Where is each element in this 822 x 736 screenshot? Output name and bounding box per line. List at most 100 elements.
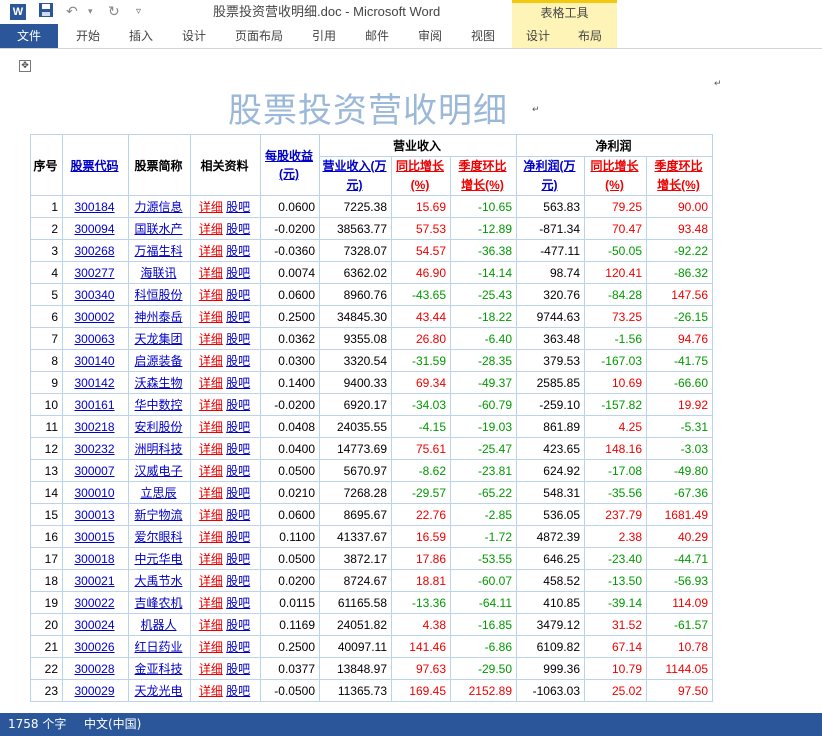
forum-link[interactable]: 股吧 [226,640,250,654]
forum-link[interactable]: 股吧 [226,244,250,258]
detail-link[interactable]: 详细 [199,486,223,500]
forum-link[interactable]: 股吧 [226,310,250,324]
col-header-profit-yoy[interactable]: 同比增长(%) [584,156,647,196]
cell-name[interactable]: 红日药业 [128,635,191,658]
tab-references[interactable]: 引用 [300,24,348,48]
detail-link[interactable]: 详细 [199,464,223,478]
cell-code[interactable]: 300340 [62,283,129,306]
forum-link[interactable]: 股吧 [226,200,250,214]
tab-table-layout[interactable]: 布局 [566,24,614,48]
detail-link[interactable]: 详细 [199,222,223,236]
forum-link[interactable]: 股吧 [226,288,250,302]
detail-link[interactable]: 详细 [199,398,223,412]
cell-code[interactable]: 300013 [62,503,129,526]
forum-link[interactable]: 股吧 [226,266,250,280]
forum-link[interactable]: 股吧 [226,574,250,588]
cell-name[interactable]: 安利股份 [128,415,191,438]
cell-code[interactable]: 300026 [62,635,129,658]
tab-home[interactable]: 开始 [64,24,112,48]
cell-name[interactable]: 万福生科 [128,239,191,262]
cell-code[interactable]: 300010 [62,481,129,504]
detail-link[interactable]: 详细 [199,640,223,654]
tab-review[interactable]: 审阅 [406,24,454,48]
tab-insert[interactable]: 插入 [117,24,165,48]
cell-name[interactable]: 大禹节水 [128,569,191,592]
detail-link[interactable]: 详细 [199,618,223,632]
tab-file[interactable]: 文件 [0,24,58,48]
cell-name[interactable]: 神州泰岳 [128,305,191,328]
tab-design[interactable]: 设计 [170,24,218,48]
detail-link[interactable]: 详细 [199,596,223,610]
forum-link[interactable]: 股吧 [226,662,250,676]
forum-link[interactable]: 股吧 [226,618,250,632]
cell-code[interactable]: 300021 [62,569,129,592]
undo-icon[interactable]: ↶ [66,2,78,22]
forum-link[interactable]: 股吧 [226,530,250,544]
forum-link[interactable]: 股吧 [226,354,250,368]
cell-code[interactable]: 300161 [62,393,129,416]
col-header-profit[interactable]: 净利润(万元) [516,156,585,196]
detail-link[interactable]: 详细 [199,354,223,368]
detail-link[interactable]: 详细 [199,508,223,522]
table-move-handle-icon[interactable]: ✥ [19,60,31,72]
cell-code[interactable]: 300184 [62,195,129,218]
cell-name[interactable]: 新宁物流 [128,503,191,526]
language-indicator[interactable]: 中文(中国) [84,713,141,736]
undo-dropdown-icon[interactable]: ▾ [88,2,93,22]
tab-table-design[interactable]: 设计 [514,24,562,48]
cell-code[interactable]: 300024 [62,613,129,636]
word-app-icon[interactable]: W [10,4,26,20]
cell-code[interactable]: 300218 [62,415,129,438]
forum-link[interactable]: 股吧 [226,442,250,456]
cell-name[interactable]: 洲明科技 [128,437,191,460]
cell-code[interactable]: 300277 [62,261,129,284]
cell-code[interactable]: 300028 [62,657,129,680]
col-header-code[interactable]: 股票代码 [62,134,129,196]
detail-link[interactable]: 详细 [199,442,223,456]
cell-name[interactable]: 启源装备 [128,349,191,372]
cell-code[interactable]: 300063 [62,327,129,350]
detail-link[interactable]: 详细 [199,288,223,302]
forum-link[interactable]: 股吧 [226,420,250,434]
cell-code[interactable]: 300007 [62,459,129,482]
cell-code[interactable]: 300022 [62,591,129,614]
customize-qat-icon[interactable]: ▿ [136,2,141,22]
cell-name[interactable]: 吉峰农机 [128,591,191,614]
forum-link[interactable]: 股吧 [226,552,250,566]
tab-view[interactable]: 视图 [459,24,507,48]
cell-name[interactable]: 华中数控 [128,393,191,416]
cell-name[interactable]: 天龙光电 [128,679,191,702]
detail-link[interactable]: 详细 [199,244,223,258]
forum-link[interactable]: 股吧 [226,464,250,478]
forum-link[interactable]: 股吧 [226,222,250,236]
cell-name[interactable]: 金亚科技 [128,657,191,680]
cell-code[interactable]: 300232 [62,437,129,460]
detail-link[interactable]: 详细 [199,376,223,390]
cell-name[interactable]: 立思辰 [128,481,191,504]
col-header-profit-qoq[interactable]: 季度环比增长(%) [646,156,713,196]
forum-link[interactable]: 股吧 [226,376,250,390]
cell-code[interactable]: 300015 [62,525,129,548]
detail-link[interactable]: 详细 [199,684,223,698]
cell-code[interactable]: 300140 [62,349,129,372]
cell-code[interactable]: 300142 [62,371,129,394]
document-canvas[interactable]: ✥ 股票投资营收明细 ↵ ↵ 序号 股票代码 股票简称 相关资料 每股收益(元)… [0,48,822,714]
cell-code[interactable]: 300094 [62,217,129,240]
detail-link[interactable]: 详细 [199,530,223,544]
forum-link[interactable]: 股吧 [226,596,250,610]
forum-link[interactable]: 股吧 [226,486,250,500]
detail-link[interactable]: 详细 [199,332,223,346]
col-header-eps[interactable]: 每股收益(元) [260,134,320,196]
cell-name[interactable]: 机器人 [128,613,191,636]
detail-link[interactable]: 详细 [199,310,223,324]
cell-name[interactable]: 海联讯 [128,261,191,284]
tab-mailings[interactable]: 邮件 [353,24,401,48]
cell-name[interactable]: 中元华电 [128,547,191,570]
forum-link[interactable]: 股吧 [226,398,250,412]
detail-link[interactable]: 详细 [199,200,223,214]
col-header-rev-yoy[interactable]: 同比增长(%) [391,156,451,196]
forum-link[interactable]: 股吧 [226,508,250,522]
cell-name[interactable]: 国联水产 [128,217,191,240]
cell-name[interactable]: 力源信息 [128,195,191,218]
forum-link[interactable]: 股吧 [226,684,250,698]
